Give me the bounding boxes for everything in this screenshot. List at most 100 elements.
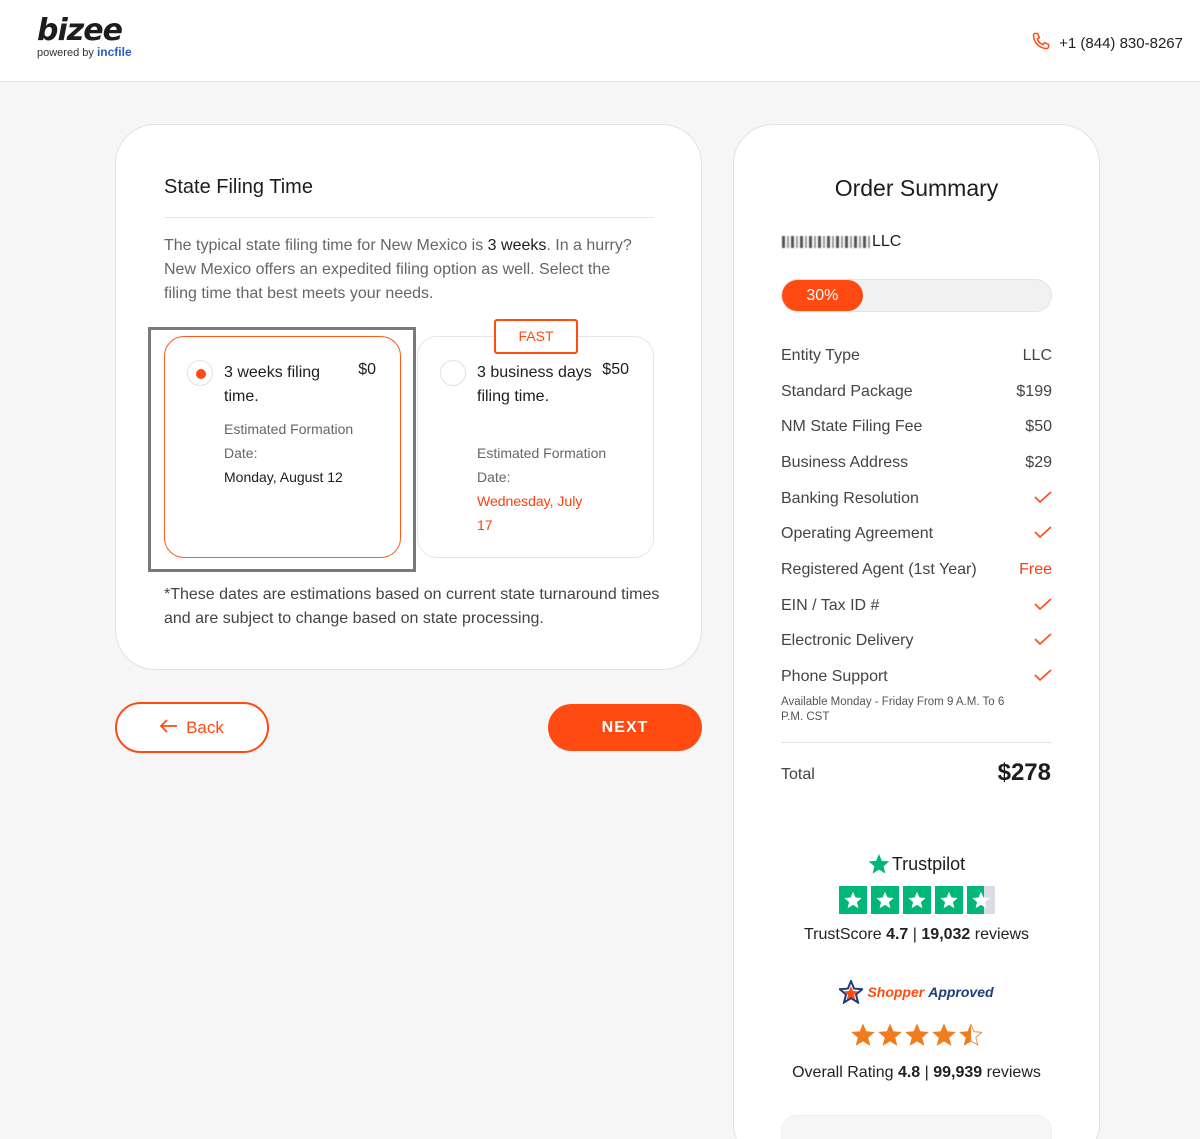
progress-bar: 30%: [781, 279, 1052, 312]
trustpilot-star-icon: [868, 853, 890, 874]
summary-line: Standard Package $199: [781, 374, 1052, 410]
rating-label: Overall Rating: [792, 1064, 894, 1081]
bizee-logo[interactable]: bizee powered by incfile: [37, 13, 132, 60]
reviews-count: 19,032: [921, 926, 971, 943]
radio-button[interactable]: [440, 360, 466, 386]
summary-line: Entity Type LLC: [781, 338, 1052, 374]
check-icon: [1034, 632, 1052, 650]
shopper-approved-widget[interactable]: Shopper Approved Overall Rating 4.8 | 99,…: [734, 980, 1099, 1082]
trustpilot-brand: Trustpilot: [891, 853, 966, 874]
desc-highlight: 3 weeks: [487, 237, 547, 254]
total-label: Total: [781, 766, 815, 783]
summary-line: Phone Support: [781, 659, 1052, 695]
line-label: Electronic Delivery: [781, 632, 914, 650]
option-price: $0: [358, 361, 376, 378]
disclaimer-note: *These dates are estimations based on cu…: [164, 586, 660, 627]
section-title: State Filing Time: [164, 176, 313, 198]
shopper-approved-stars: [734, 1023, 1099, 1052]
logo-tagline: powered by incfile: [37, 46, 132, 59]
company-name: LLC: [782, 233, 901, 251]
rating-value: 4.8: [897, 1064, 921, 1081]
line-label: Entity Type: [781, 346, 860, 364]
rating-separator: |: [924, 1064, 929, 1081]
option-label: 3 business days filing time.: [477, 364, 592, 405]
phone-link[interactable]: +1 (844) 830-8267: [1031, 31, 1183, 55]
filing-description: The typical state filing time for New Me…: [164, 234, 644, 306]
next-button[interactable]: NEXT: [548, 704, 702, 751]
summary-line: EIN / Tax ID #: [781, 588, 1052, 624]
check-icon: [1034, 525, 1052, 543]
line-value: $50: [1025, 418, 1052, 436]
option-price: $50: [602, 361, 629, 378]
formation-date: Monday, August 12: [224, 469, 343, 485]
check-icon: [1034, 597, 1052, 615]
progress-fill: 30%: [782, 280, 863, 311]
desc-text: The typical state filing time for New Me…: [164, 237, 488, 254]
phone-number: +1 (844) 830-8267: [1059, 34, 1183, 52]
line-label: Business Address: [781, 453, 909, 471]
rating-star-icon: [958, 1023, 983, 1052]
estimated-label: Estimated Formation Date:: [224, 421, 354, 461]
line-value: Free: [1019, 560, 1052, 578]
score-value: 4.7: [886, 926, 909, 943]
option-standard-filing[interactable]: 3 weeks filing time. $0 Estimated Format…: [164, 336, 401, 558]
fast-badge: FAST: [494, 319, 578, 354]
reviews-label: reviews: [974, 926, 1030, 943]
phone-support-hours: Available Monday - Friday From 9 A.M. To…: [781, 696, 1005, 723]
shopper-approved-logo: Shopper Approved: [839, 980, 994, 1004]
logo-wordmark: bizee: [37, 13, 123, 48]
line-value: LLC: [1022, 346, 1052, 364]
check-icon: [1034, 490, 1052, 508]
trustpilot-star-icon: [934, 886, 963, 914]
logo-tagline-brand: incfile: [96, 45, 132, 59]
line-label: NM State Filing Fee: [781, 418, 923, 436]
line-label: EIN / Tax ID #: [781, 596, 880, 614]
reviews-label: reviews: [986, 1064, 1041, 1081]
rating-star-icon: [850, 1023, 875, 1052]
summary-line: Electronic Delivery: [781, 624, 1052, 660]
summary-line: NM State Filing Fee $50: [781, 409, 1052, 445]
summary-line: Business Address $29: [781, 445, 1052, 481]
estimated-label: Estimated Formation Date:: [477, 445, 607, 485]
shopper-approved-brand-1: Shopper: [867, 984, 925, 1000]
divider: [781, 742, 1052, 743]
trustpilot-star-icon: [838, 886, 867, 914]
summary-line: Registered Agent (1st Year) Free: [781, 552, 1052, 588]
trustpilot-star-icon: [966, 886, 995, 914]
trustpilot-score: TrustScore 4.7 | 19,032 reviews: [734, 926, 1099, 944]
option-expedited-filing[interactable]: 3 business days filing time. $50 Estimat…: [417, 336, 654, 558]
order-summary-title: Order Summary: [834, 175, 999, 201]
divider: [164, 217, 654, 218]
redacted-company-name: [782, 235, 870, 248]
order-summary-card: Order Summary LLC 30% Entity Type LLC Stan…: [733, 124, 1100, 1139]
logo-tagline-prefix: powered by: [37, 47, 94, 59]
phone-icon: [1031, 31, 1051, 55]
trustpilot-star-icon: [902, 886, 931, 914]
trustpilot-widget[interactable]: Trustpilot TrustScore 4.7 | 19,032 revie…: [734, 853, 1099, 944]
bottom-info-box: [781, 1115, 1052, 1139]
line-label: Phone Support: [781, 668, 888, 686]
rating-star-icon: [931, 1023, 956, 1052]
radio-dot: [196, 369, 206, 379]
line-label: Standard Package: [781, 382, 913, 400]
radio-button[interactable]: [187, 360, 213, 386]
trustpilot-logo: Trustpilot: [868, 853, 965, 875]
arrow-left-icon: [159, 718, 178, 738]
total-value: $278: [997, 759, 1051, 786]
line-value: $199: [1016, 382, 1052, 400]
line-label: Banking Resolution: [781, 489, 919, 507]
summary-line: Banking Resolution: [781, 481, 1052, 517]
check-icon: [1034, 668, 1052, 686]
summary-line: Operating Agreement: [781, 516, 1052, 552]
summary-lines: Entity Type LLC Standard Package $199 NM Sta…: [781, 338, 1052, 695]
filing-time-card: State Filing Time The typical state fili…: [115, 124, 702, 670]
line-value: $29: [1025, 453, 1052, 471]
line-label: Operating Agreement: [781, 525, 934, 543]
shopper-approved-star-icon: [839, 980, 864, 1004]
line-label: Registered Agent (1st Year): [781, 560, 977, 578]
option-label: 3 weeks filing time.: [224, 364, 321, 405]
company-suffix: LLC: [872, 233, 902, 250]
shopper-approved-score: Overall Rating 4.8 | 99,939 reviews: [734, 1064, 1099, 1082]
back-button[interactable]: Back: [115, 702, 269, 753]
trustpilot-stars: [734, 886, 1099, 914]
